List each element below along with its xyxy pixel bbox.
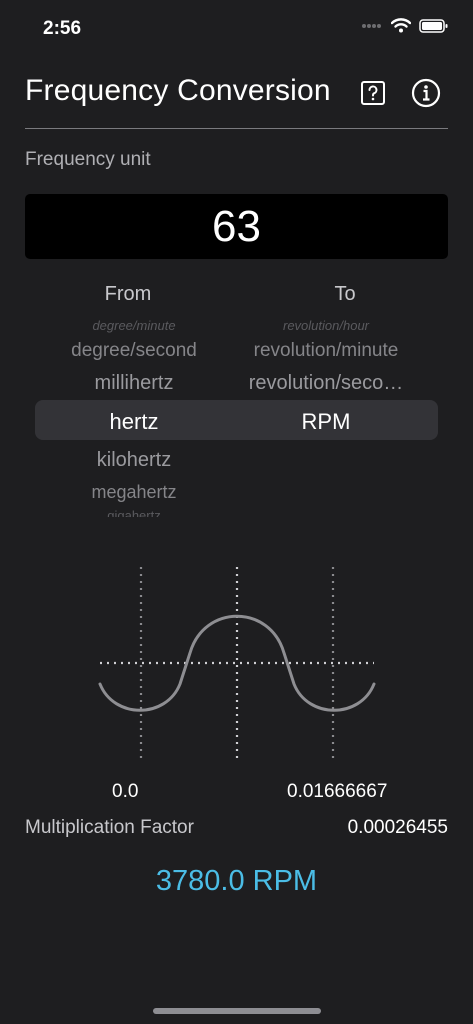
- from-option[interactable]: degree/minute: [29, 318, 239, 333]
- to-option[interactable]: revolution/minute: [221, 340, 431, 362]
- from-option[interactable]: megahertz: [29, 482, 239, 503]
- to-option[interactable]: revolution/hour: [221, 318, 431, 333]
- info-circle-icon: [411, 78, 441, 108]
- frequency-input[interactable]: 63: [25, 194, 448, 259]
- frequency-wave-chart: [98, 567, 376, 759]
- to-option[interactable]: revolution/seco…: [221, 372, 431, 395]
- signal-icon: [362, 23, 381, 28]
- from-option[interactable]: degree/second: [29, 340, 239, 362]
- frequency-unit-label: Frequency unit: [25, 149, 151, 170]
- home-indicator[interactable]: [153, 1008, 321, 1014]
- from-header: From: [104, 283, 152, 305]
- chart-right-value: 0.01666667: [287, 781, 388, 802]
- help-button[interactable]: [356, 76, 390, 110]
- page-title: Frequency Conversion: [25, 74, 331, 107]
- status-icons: [361, 18, 449, 33]
- question-square-icon: [361, 81, 385, 105]
- info-button[interactable]: [409, 76, 443, 110]
- from-option[interactable]: gigahertz: [29, 508, 239, 517]
- multiplication-factor-value: 0.00026455: [347, 817, 448, 838]
- from-option-selected[interactable]: hertz: [29, 409, 239, 435]
- from-option[interactable]: millihertz: [29, 372, 239, 395]
- to-option-selected[interactable]: RPM: [221, 409, 431, 435]
- from-option[interactable]: kilohertz: [29, 449, 239, 472]
- to-header: To: [334, 283, 356, 305]
- header-divider: [25, 128, 448, 129]
- chart-left-value: 0.0: [112, 781, 139, 802]
- status-time: 2:56: [43, 18, 82, 39]
- battery-icon: [419, 18, 448, 33]
- multiplication-factor-label: Multiplication Factor: [25, 817, 194, 838]
- conversion-result: 3780.0 RPM: [155, 865, 318, 897]
- wifi-icon: [391, 18, 411, 33]
